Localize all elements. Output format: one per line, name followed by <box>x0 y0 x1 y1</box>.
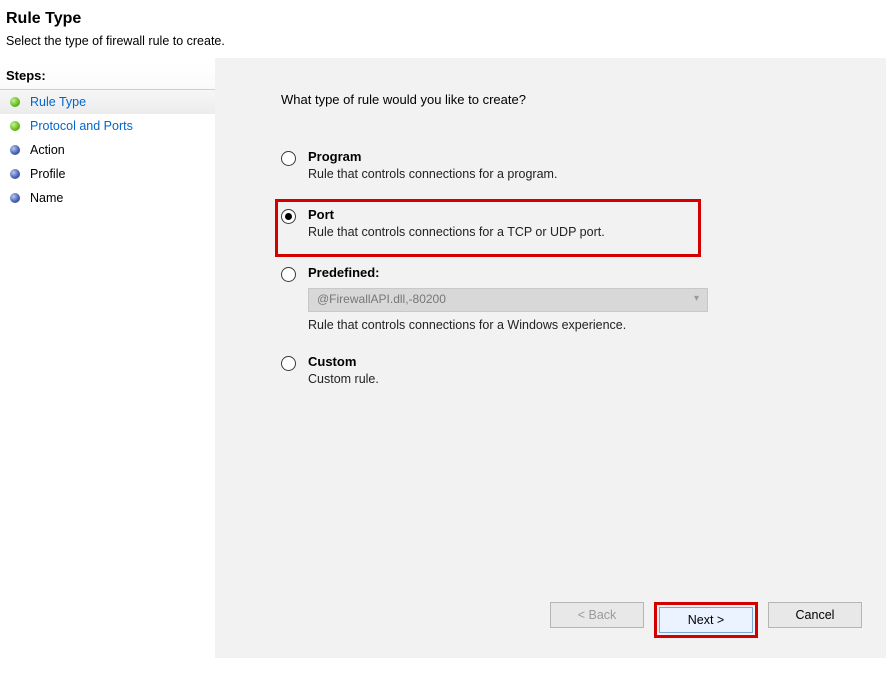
cancel-button[interactable]: Cancel <box>768 602 862 628</box>
predefined-select-value: @FirewallAPI.dll,-80200 <box>317 292 446 306</box>
radio-predefined[interactable] <box>281 267 296 282</box>
wizard-buttons: < Back Next > Cancel <box>550 602 862 638</box>
radio-custom[interactable] <box>281 356 296 371</box>
wizard-header: Rule Type Select the type of firewall ru… <box>0 0 886 58</box>
steps-label: Steps: <box>0 64 215 90</box>
step-name[interactable]: Name <box>0 186 215 210</box>
option-port-label: Port <box>308 207 605 222</box>
step-protocol-and-ports[interactable]: Protocol and Ports <box>0 114 215 138</box>
next-button[interactable]: Next > <box>659 607 753 633</box>
step-profile[interactable]: Profile <box>0 162 215 186</box>
option-custom-desc: Custom rule. <box>308 372 379 386</box>
main-panel: What type of rule would you like to crea… <box>215 58 886 658</box>
radio-port[interactable] <box>281 209 296 224</box>
option-port-desc: Rule that controls connections for a TCP… <box>308 225 605 239</box>
page-subtitle: Select the type of firewall rule to crea… <box>6 34 876 48</box>
chevron-down-icon: ▾ <box>694 293 699 304</box>
question-text: What type of rule would you like to crea… <box>281 92 846 107</box>
step-bullet-icon <box>10 145 20 155</box>
option-custom[interactable]: Custom Custom rule. <box>281 352 846 388</box>
option-port[interactable]: Port Rule that controls connections for … <box>281 205 846 241</box>
option-program-label: Program <box>308 149 557 164</box>
back-button: < Back <box>550 602 644 628</box>
step-bullet-icon <box>10 193 20 203</box>
option-predefined-label: Predefined: <box>308 265 728 280</box>
step-label: Protocol and Ports <box>30 119 133 133</box>
option-custom-label: Custom <box>308 354 379 369</box>
steps-sidebar: Steps: Rule Type Protocol and Ports Acti… <box>0 58 215 658</box>
step-label: Name <box>30 191 63 205</box>
step-bullet-icon <box>10 121 20 131</box>
step-label: Profile <box>30 167 65 181</box>
step-bullet-icon <box>10 97 20 107</box>
step-action[interactable]: Action <box>0 138 215 162</box>
step-bullet-icon <box>10 169 20 179</box>
option-predefined[interactable]: Predefined: @FirewallAPI.dll,-80200 ▾ Ru… <box>281 263 846 334</box>
predefined-select: @FirewallAPI.dll,-80200 ▾ <box>308 288 708 312</box>
option-program[interactable]: Program Rule that controls connections f… <box>281 147 846 183</box>
step-label: Rule Type <box>30 95 86 109</box>
option-predefined-desc: Rule that controls connections for a Win… <box>308 318 728 332</box>
step-label: Action <box>30 143 65 157</box>
option-program-desc: Rule that controls connections for a pro… <box>308 167 557 181</box>
step-rule-type[interactable]: Rule Type <box>0 90 215 114</box>
radio-program[interactable] <box>281 151 296 166</box>
page-title: Rule Type <box>6 10 876 28</box>
